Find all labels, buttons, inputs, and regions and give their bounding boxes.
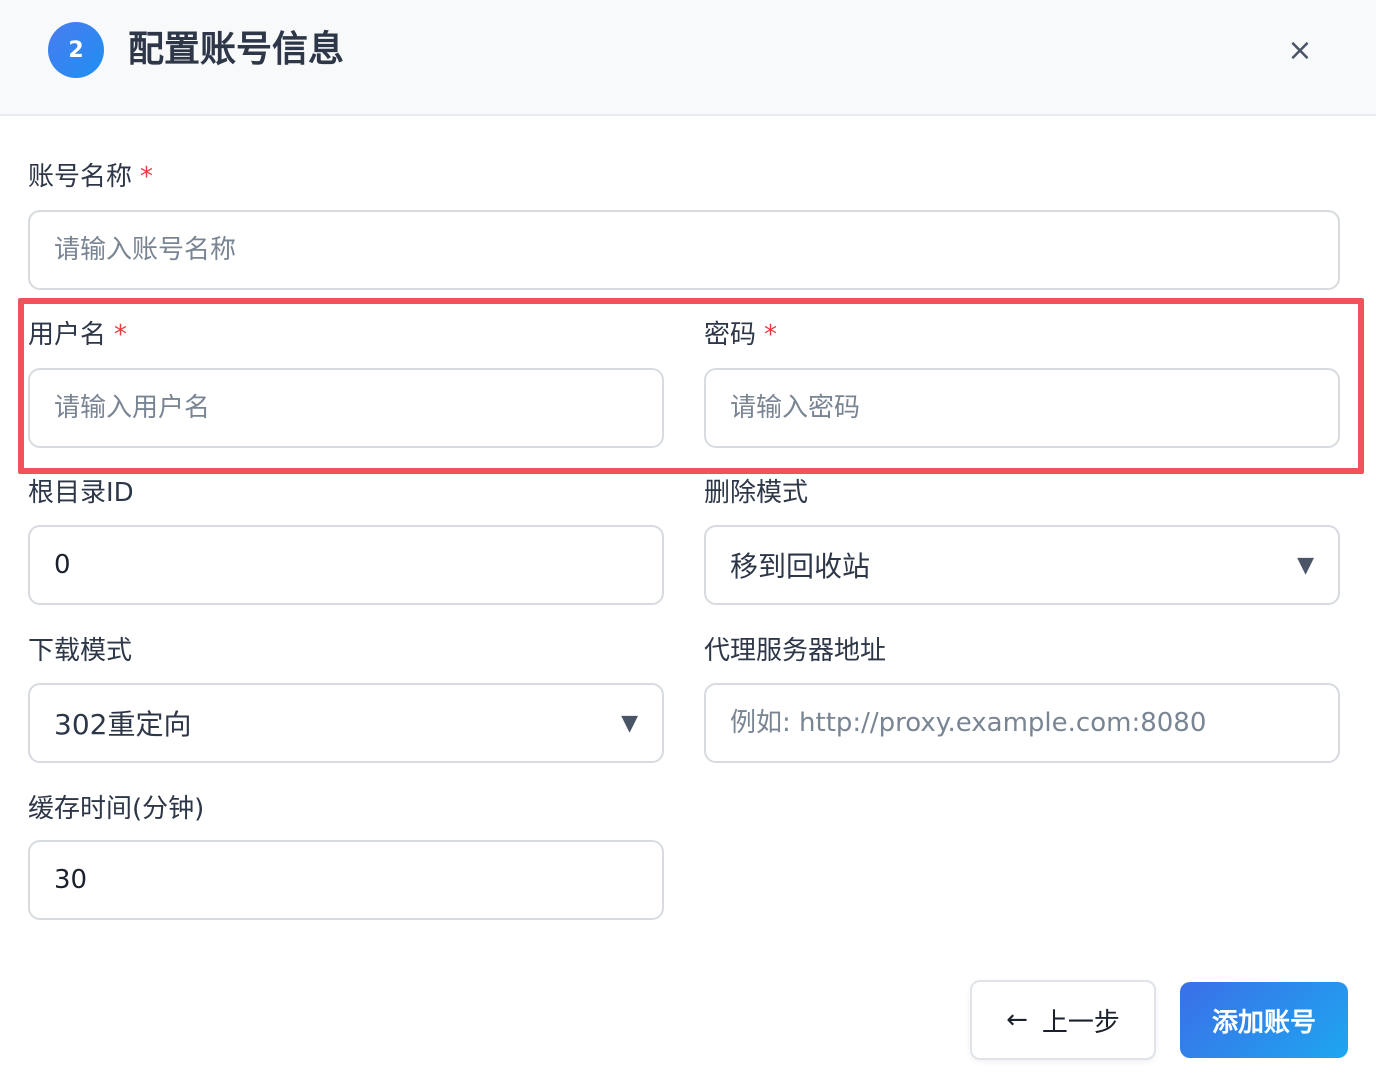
root-dir-id-label: 根目录ID xyxy=(28,478,134,508)
required-mark: * xyxy=(764,320,778,350)
add-account-button[interactable]: 添加账号 xyxy=(1180,982,1348,1058)
account-name-label-text: 账号名称 xyxy=(28,162,133,192)
dialog-header: 2 配置账号信息 × xyxy=(0,0,1376,116)
dialog-title: 配置账号信息 xyxy=(128,29,345,70)
root-dir-id-input[interactable] xyxy=(28,525,664,605)
username-label: 用户名 * xyxy=(28,318,127,352)
chevron-down-icon: ▼ xyxy=(621,710,638,736)
download-mode-selected: 302重定向 xyxy=(54,708,192,741)
proxy-label: 代理服务器地址 xyxy=(704,636,887,666)
cache-time-label: 缓存时间(分钟) xyxy=(28,794,205,824)
required-mark: * xyxy=(114,320,128,350)
arrow-left-icon: ← xyxy=(1006,1005,1028,1035)
download-mode-label: 下载模式 xyxy=(28,636,133,666)
username-input[interactable] xyxy=(28,368,664,448)
back-button[interactable]: ← 上一步 xyxy=(970,980,1156,1060)
back-button-label: 上一步 xyxy=(1041,1007,1120,1038)
cache-time-input[interactable] xyxy=(28,840,664,920)
delete-mode-selected: 移到回收站 xyxy=(730,550,871,583)
close-icon[interactable]: × xyxy=(1280,30,1320,70)
required-mark: * xyxy=(140,162,154,192)
password-input[interactable] xyxy=(704,368,1340,448)
download-mode-select[interactable]: 302重定向 ▼ xyxy=(28,683,664,763)
proxy-input[interactable] xyxy=(704,683,1340,763)
chevron-down-icon: ▼ xyxy=(1297,552,1314,578)
account-name-label: 账号名称 * xyxy=(28,160,153,194)
step-number-badge: 2 xyxy=(48,22,104,78)
username-label-text: 用户名 xyxy=(28,320,107,350)
delete-mode-label: 删除模式 xyxy=(704,478,809,508)
password-label-text: 密码 xyxy=(704,320,757,350)
account-name-input[interactable] xyxy=(28,210,1340,290)
delete-mode-select[interactable]: 移到回收站 ▼ xyxy=(704,525,1340,605)
password-label: 密码 * xyxy=(704,318,777,352)
